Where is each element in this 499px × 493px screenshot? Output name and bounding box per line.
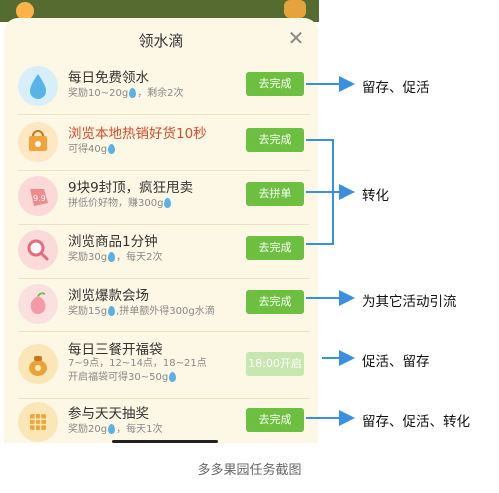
annotation-traffic: 为其它活动引流 bbox=[362, 294, 457, 310]
annotation-conversion: 转化 bbox=[362, 188, 389, 204]
annotation-retain-promote: 留存、促活 bbox=[362, 80, 430, 96]
bracket-conversion bbox=[306, 139, 334, 245]
annotation-promote-retain: 促活、留存 bbox=[362, 354, 430, 370]
figure-caption: 多多果园任务截图 bbox=[197, 463, 302, 478]
annotation-retain-promote-convert: 留存、促活、转化 bbox=[362, 414, 470, 430]
